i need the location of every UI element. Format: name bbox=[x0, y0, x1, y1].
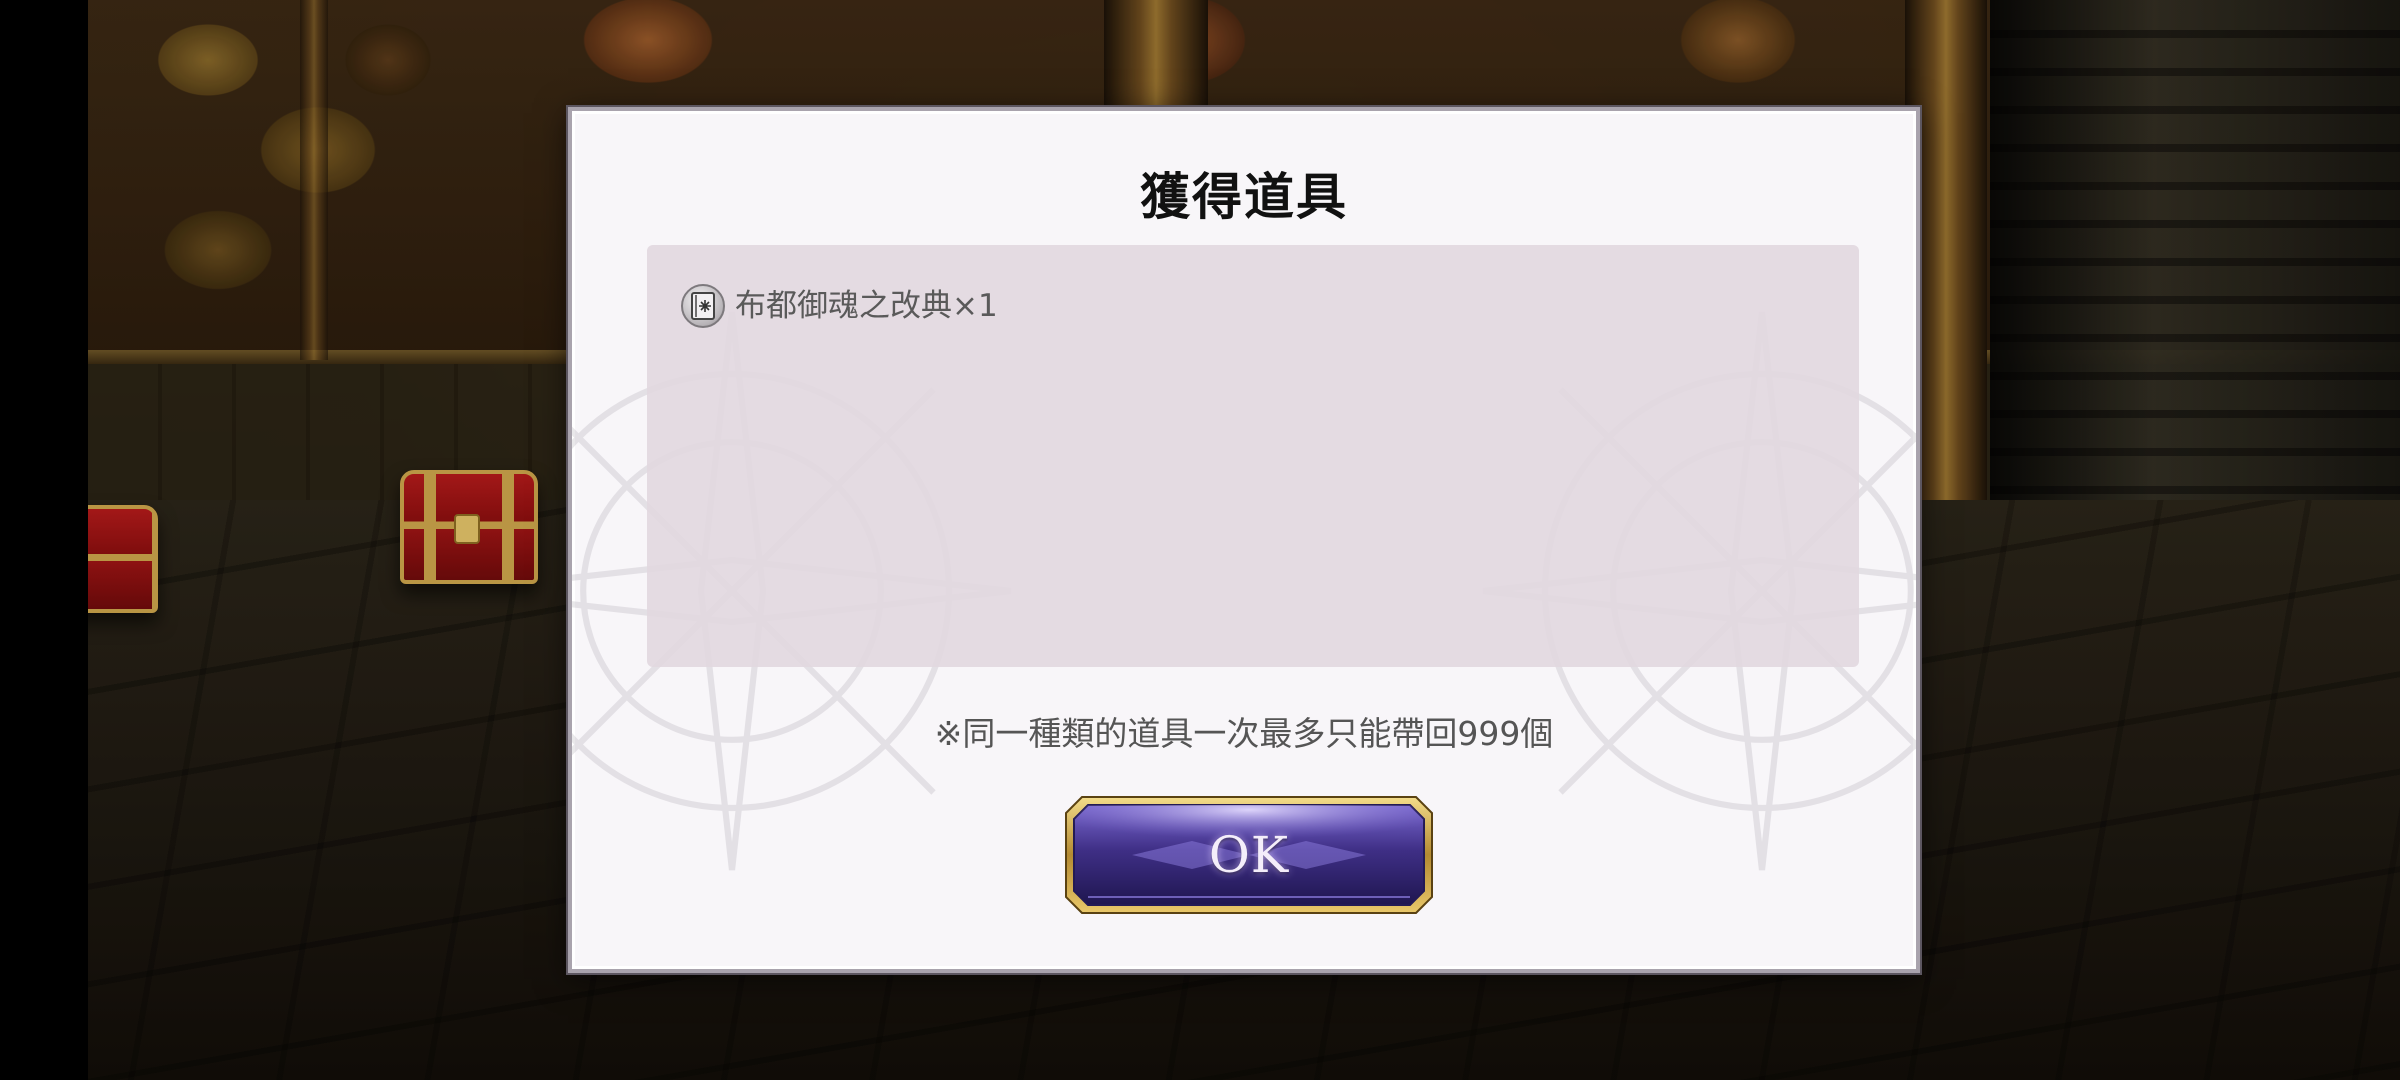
dialog-title: 獲得道具 bbox=[1140, 167, 1348, 226]
item-list-panel: 布都御魂之改典×1 bbox=[647, 245, 1859, 667]
letterbox-left bbox=[0, 0, 88, 1080]
item-acquired-dialog: 獲得道具 布都御魂之改典×1 ※同一種類的道具一次最多只能帶回999個 OK bbox=[568, 107, 1920, 973]
book-icon bbox=[681, 284, 725, 328]
item-label: 布都御魂之改典×1 bbox=[735, 288, 998, 324]
carry-limit-note: ※同一種類的道具一次最多只能帶回999個 bbox=[934, 714, 1554, 753]
game-screen: 獲得道具 布都御魂之改典×1 ※同一種類的道具一次最多只能帶回999個 OK bbox=[0, 0, 2400, 1080]
ok-button[interactable]: OK bbox=[1062, 793, 1436, 917]
ok-button-label: OK bbox=[1208, 826, 1290, 884]
list-item: 布都御魂之改典×1 bbox=[681, 281, 998, 331]
